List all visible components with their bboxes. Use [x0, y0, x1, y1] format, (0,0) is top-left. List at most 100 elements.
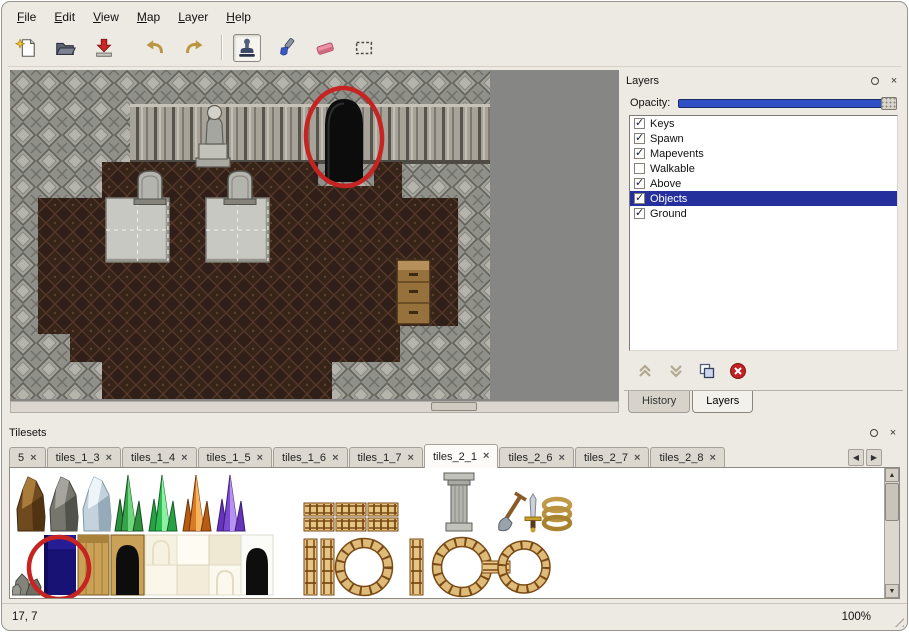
new-map-button[interactable]: [12, 34, 40, 62]
tile-arch-doorway[interactable]: [111, 535, 144, 595]
fill-tool-button[interactable]: [272, 34, 300, 62]
tile-rope-coil[interactable]: [544, 499, 570, 529]
undo-button[interactable]: [141, 34, 169, 62]
scroll-tabs-left-icon[interactable]: ◀: [848, 449, 864, 466]
tile-rock-gray[interactable]: [50, 477, 78, 531]
tile-track-pieces-row1[interactable]: [304, 503, 398, 531]
lower-layer-icon: [668, 363, 684, 379]
close-tab-icon[interactable]: ×: [559, 453, 565, 464]
menu-layer[interactable]: Layer: [169, 6, 217, 28]
tile-crystal-orange[interactable]: [183, 475, 211, 531]
close-tab-icon[interactable]: ×: [408, 453, 414, 464]
lower-layer-button[interactable]: [665, 361, 687, 381]
tileset-tab-tiles_2_8[interactable]: tiles_2_8×: [650, 447, 724, 468]
close-tab-icon[interactable]: ×: [181, 453, 187, 464]
layer-visibility-checkbox[interactable]: ✓: [634, 163, 645, 174]
tileset-tab-tiles_1_6[interactable]: tiles_1_6×: [273, 447, 347, 468]
tilesets-panel: Tilesets × 5× tiles_1_3× tiles_1_4× tile…: [7, 422, 902, 601]
tile-column[interactable]: [444, 473, 474, 531]
tileset-vscroll-thumb[interactable]: [885, 483, 899, 521]
layers-list[interactable]: ✓ Keys ✓ Spawn ✓ Mapevents ✓ Walkable ✓ …: [629, 115, 898, 351]
map-viewport[interactable]: [10, 70, 619, 401]
menu-help[interactable]: Help: [217, 6, 260, 28]
tileset-tab-tiles_2_1[interactable]: tiles_2_1×: [424, 444, 498, 468]
tileset-vertical-scrollbar[interactable]: ▲ ▼: [884, 468, 899, 598]
new-document-icon: [15, 37, 37, 59]
tile-rock-brown[interactable]: [17, 477, 45, 531]
tileset-canvas[interactable]: [12, 469, 878, 598]
tile-rock-ice[interactable]: [83, 477, 111, 531]
tileset-tab-5[interactable]: 5×: [9, 447, 46, 468]
save-map-button[interactable]: [90, 34, 118, 62]
tile-dark-arch[interactable]: [241, 535, 273, 595]
layer-visibility-checkbox[interactable]: ✓: [634, 178, 645, 189]
map-horizontal-scrollbar[interactable]: [10, 401, 619, 413]
raise-layer-button[interactable]: [634, 361, 656, 381]
layer-visibility-checkbox[interactable]: ✓: [634, 193, 645, 204]
tileset-tab-tiles_2_7[interactable]: tiles_2_7×: [575, 447, 649, 468]
layer-row-above[interactable]: ✓ Above: [630, 176, 897, 191]
layer-row-keys[interactable]: ✓ Keys: [630, 116, 897, 131]
close-tab-icon[interactable]: ×: [30, 453, 36, 464]
close-tab-icon[interactable]: ×: [257, 453, 263, 464]
tileset-content[interactable]: ▲ ▼: [9, 467, 900, 599]
tile-sword[interactable]: [525, 494, 541, 533]
tab-layers[interactable]: Layers: [692, 391, 753, 413]
layer-row-walkable[interactable]: ✓ Walkable: [630, 161, 897, 176]
duplicate-layer-icon: [698, 362, 716, 380]
layer-row-mapevents[interactable]: ✓ Mapevents: [630, 146, 897, 161]
scroll-tabs-right-icon[interactable]: ▶: [866, 449, 882, 466]
close-tab-icon[interactable]: ×: [483, 451, 489, 462]
redo-button[interactable]: [180, 34, 208, 62]
tileset-tab-tiles_1_4[interactable]: tiles_1_4×: [122, 447, 196, 468]
close-tab-icon[interactable]: ×: [332, 453, 338, 464]
tile-track-rings[interactable]: [410, 538, 550, 597]
float-pane-icon[interactable]: [868, 74, 882, 88]
tile-track-pieces-row2[interactable]: [304, 539, 393, 596]
tile-crystal-purple[interactable]: [217, 475, 245, 531]
map-canvas[interactable]: [10, 70, 490, 399]
layer-row-ground[interactable]: ✓ Ground: [630, 206, 897, 221]
tileset-tab-tiles_1_7[interactable]: tiles_1_7×: [349, 447, 423, 468]
menu-file[interactable]: File: [8, 6, 45, 28]
dock-tabs: History Layers: [624, 390, 903, 413]
float-pane-icon[interactable]: [867, 426, 881, 440]
open-map-button[interactable]: [51, 34, 79, 62]
delete-layer-button[interactable]: [727, 361, 749, 381]
tile-crystal-emerald[interactable]: [149, 475, 177, 531]
menu-map[interactable]: Map: [128, 6, 169, 28]
close-pane-icon[interactable]: ×: [887, 74, 901, 88]
close-tab-icon[interactable]: ×: [709, 453, 715, 464]
tile-blue-selected[interactable]: [44, 535, 76, 595]
layer-row-spawn[interactable]: ✓ Spawn: [630, 131, 897, 146]
close-tab-icon[interactable]: ×: [106, 453, 112, 464]
menu-edit[interactable]: Edit: [45, 6, 84, 28]
close-tab-icon[interactable]: ×: [634, 453, 640, 464]
layer-visibility-checkbox[interactable]: ✓: [634, 118, 645, 129]
map-hscroll-thumb[interactable]: [431, 402, 477, 411]
select-tool-button[interactable]: [350, 34, 378, 62]
tileset-tab-tiles_2_6[interactable]: tiles_2_6×: [499, 447, 573, 468]
close-pane-icon[interactable]: ×: [886, 426, 900, 440]
eraser-tool-button[interactable]: [311, 34, 339, 62]
layer-visibility-checkbox[interactable]: ✓: [634, 208, 645, 219]
tab-history[interactable]: History: [628, 391, 690, 413]
tile-shovel[interactable]: [499, 493, 526, 531]
scroll-up-icon[interactable]: ▲: [885, 468, 899, 482]
tile-pale-set[interactable]: [145, 535, 241, 595]
opacity-slider[interactable]: [678, 99, 897, 108]
save-arrow-icon: [93, 37, 115, 59]
stamp-tool-button[interactable]: [233, 34, 261, 62]
tile-crystal-green[interactable]: [115, 475, 143, 531]
menu-view[interactable]: View: [84, 6, 128, 28]
scroll-down-icon[interactable]: ▼: [885, 584, 899, 598]
map-gravestone-right: [224, 171, 256, 205]
opacity-slider-handle[interactable]: [881, 97, 897, 110]
tileset-tab-tiles_1_3[interactable]: tiles_1_3×: [47, 447, 121, 468]
tileset-tab-tiles_1_5[interactable]: tiles_1_5×: [198, 447, 272, 468]
layer-row-objects[interactable]: ✓ Objects: [630, 191, 897, 206]
layer-visibility-checkbox[interactable]: ✓: [634, 133, 645, 144]
layer-visibility-checkbox[interactable]: ✓: [634, 148, 645, 159]
layer-name: Above: [650, 178, 681, 190]
duplicate-layer-button[interactable]: [696, 361, 718, 381]
